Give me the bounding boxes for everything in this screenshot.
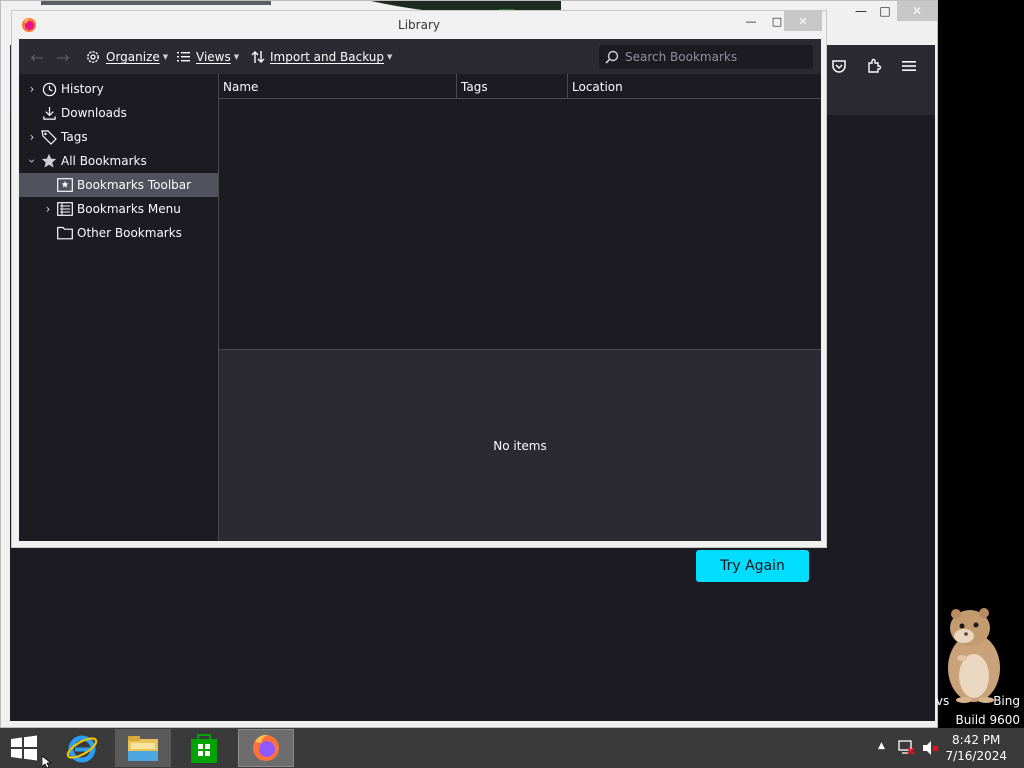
hamster-mascot <box>948 608 1000 703</box>
windows-watermark: vs Bing Build 9600 <box>936 692 1020 730</box>
sidebar-item-label: All Bookmarks <box>61 154 147 168</box>
menu-icon[interactable] <box>898 55 920 77</box>
close-button[interactable]: ✕ <box>897 1 937 21</box>
bookmark-menu-icon <box>57 201 73 217</box>
maximize-button[interactable]: □ <box>871 1 899 21</box>
column-header-name[interactable]: Name <box>219 74 457 99</box>
volume-muted-icon[interactable] <box>922 740 940 756</box>
views-button[interactable]: Views ▼ <box>177 45 239 69</box>
views-label: Views <box>196 50 231 64</box>
chevron-down-icon: ▼ <box>162 53 169 61</box>
mouse-cursor-icon <box>42 756 53 768</box>
sidebar-item-label: Tags <box>61 130 88 144</box>
sidebar-item-label: Downloads <box>61 106 127 120</box>
clock-icon <box>41 81 57 97</box>
sidebar-item-label: History <box>61 82 104 96</box>
watermark-line1: vs Bing <box>935 694 1020 708</box>
organize-button[interactable]: Organize ▼ <box>85 45 168 69</box>
chevron-down-icon[interactable]: › <box>25 154 39 168</box>
search-icon <box>605 50 619 64</box>
store-icon <box>191 734 217 763</box>
taskbar-store[interactable] <box>176 729 232 767</box>
library-close-button[interactable]: ✕ <box>784 11 822 31</box>
library-toolbar: ← → Organize ▼ Views ▼ Import and Backup… <box>19 39 821 74</box>
clock-date: 7/16/2024 <box>945 749 1007 763</box>
network-error-icon[interactable] <box>898 740 916 756</box>
sidebar-item-label: Other Bookmarks <box>77 226 182 240</box>
download-icon <box>41 105 57 121</box>
column-headers: Name Tags Location <box>219 74 821 99</box>
gear-icon <box>87 51 99 63</box>
sidebar-item-label: Bookmarks Toolbar <box>77 178 192 192</box>
search-bookmarks-field[interactable] <box>599 45 813 69</box>
library-minimize-button[interactable]: — <box>738 12 764 30</box>
back-arrow-icon[interactable]: ← <box>27 47 47 67</box>
bookmark-toolbar-icon <box>57 177 73 193</box>
no-items-text: No items <box>493 438 547 453</box>
taskbar-file-explorer[interactable] <box>115 729 171 767</box>
clock-time: 8:42 PM <box>952 733 1001 747</box>
try-again-button[interactable]: Try Again <box>696 550 809 582</box>
bookmark-list[interactable]: Name Tags Location <box>219 74 821 349</box>
import-backup-button[interactable]: Import and Backup ▼ <box>251 45 392 69</box>
chevron-down-icon: ▼ <box>387 53 393 61</box>
taskbar-firefox[interactable] <box>238 729 294 767</box>
column-header-tags[interactable]: Tags <box>457 74 568 99</box>
chevron-down-icon: ▼ <box>233 53 240 61</box>
tag-icon <box>41 129 57 145</box>
taskbar-clock[interactable]: 8:42 PM 7/16/2024 <box>945 732 1007 764</box>
star-icon <box>41 153 57 169</box>
details-pane: No items <box>219 349 821 541</box>
organize-label: Organize <box>106 50 160 64</box>
firefox-icon <box>253 734 279 761</box>
sidebar-item-other-bookmarks[interactable]: Other Bookmarks <box>19 221 218 245</box>
sidebar-item-bookmarks-menu[interactable]: › Bookmarks Menu <box>19 197 218 221</box>
sidebar-item-history[interactable]: › History <box>19 77 218 101</box>
chevron-right-icon[interactable]: › <box>25 82 39 96</box>
folder-icon <box>57 225 73 241</box>
library-sidebar: › History Downloads › Tags › All Bookmar… <box>19 74 219 541</box>
sort-arrows-icon <box>251 51 265 63</box>
folder-icon <box>128 736 158 761</box>
windows-start-icon[interactable] <box>8 734 40 762</box>
chevron-right-icon[interactable]: › <box>25 130 39 144</box>
taskbar-internet-explorer[interactable] <box>54 729 110 767</box>
library-titlebar[interactable]: Library — □ ✕ <box>12 11 826 39</box>
sidebar-item-bookmarks-toolbar[interactable]: Bookmarks Toolbar <box>19 173 218 197</box>
taskbar: ▲ 8:42 PM 7/16/2024 <box>0 728 1024 768</box>
tray-expand-icon[interactable]: ▲ <box>878 741 885 751</box>
sidebar-item-all-bookmarks[interactable]: › All Bookmarks <box>19 149 218 173</box>
chevron-right-icon[interactable]: › <box>41 202 55 216</box>
sidebar-item-label: Bookmarks Menu <box>77 202 181 216</box>
library-body: ← → Organize ▼ Views ▼ Import and Backup… <box>19 39 821 541</box>
library-title: Library <box>398 18 440 32</box>
system-tray: ▲ 8:42 PM 7/16/2024 <box>864 728 1024 768</box>
forward-arrow-icon[interactable]: → <box>53 47 73 67</box>
library-window: Library — □ ✕ ← → Organize ▼ Views ▼ Imp… <box>11 10 827 548</box>
import-backup-label: Import and Backup <box>270 50 385 64</box>
extensions-icon[interactable] <box>863 55 885 77</box>
list-icon <box>177 52 190 62</box>
column-header-location[interactable]: Location <box>568 74 821 99</box>
ie-icon <box>66 735 98 763</box>
sidebar-item-downloads[interactable]: Downloads <box>19 101 218 125</box>
sidebar-item-tags[interactable]: › Tags <box>19 125 218 149</box>
pocket-icon[interactable] <box>828 55 850 77</box>
search-input[interactable] <box>625 50 805 64</box>
